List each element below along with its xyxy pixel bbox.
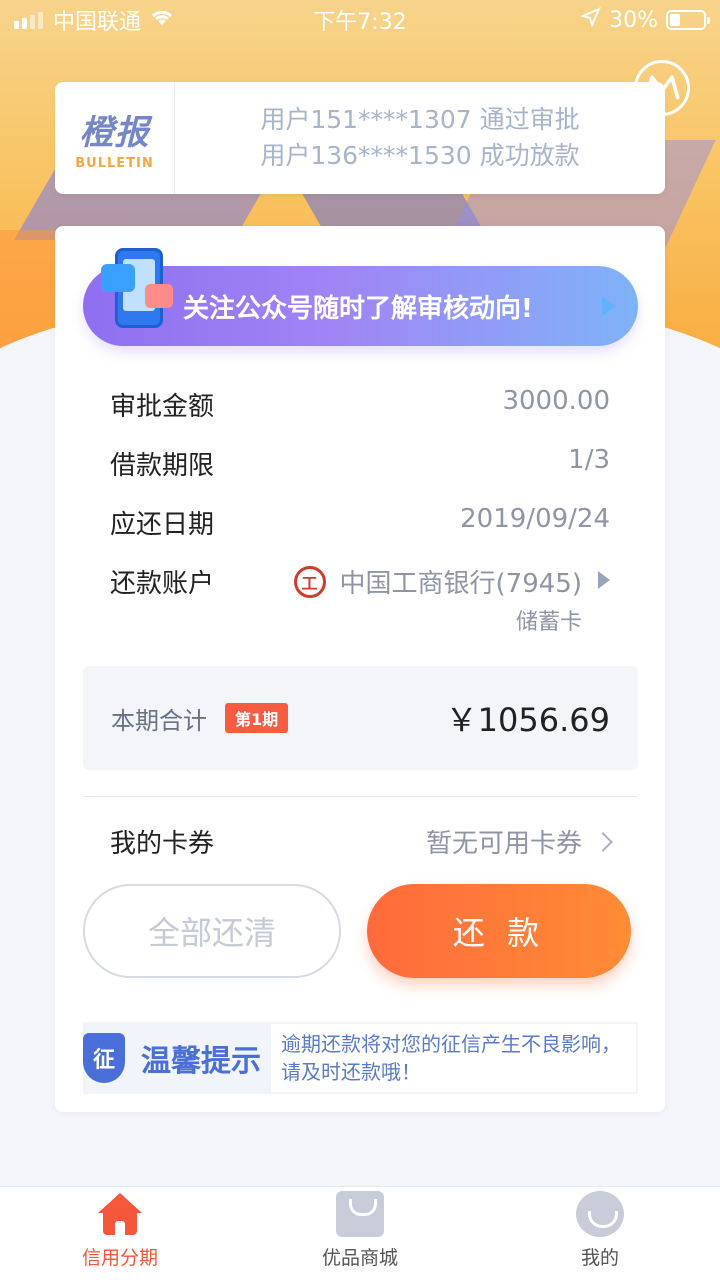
bulletin-logo-text: 橙报 bbox=[79, 113, 150, 153]
tip-title: 温馨提示 bbox=[141, 1044, 261, 1079]
bank-account-selector[interactable]: 工 中国工商银行(7945) 储蓄卡 bbox=[293, 563, 610, 636]
detail-value: 2019/09/24 bbox=[460, 504, 610, 534]
home-icon bbox=[96, 1191, 144, 1237]
bottom-tab-bar: 信用分期 优品商城 我的 bbox=[0, 1186, 720, 1280]
coupon-row[interactable]: 我的卡券 暂无可用卡券 bbox=[110, 823, 613, 860]
detail-row-approved-amount: 审批金额 3000.00 bbox=[110, 386, 610, 445]
repay-button[interactable]: 还 款 bbox=[367, 884, 631, 978]
coupon-label: 我的卡券 bbox=[110, 829, 215, 859]
signal-icon bbox=[14, 11, 43, 29]
warm-tip: 征 温馨提示 逾期还款将对您的征信产生不良影响，请及时还款哦！ bbox=[83, 1022, 638, 1094]
bulletin-messages: 用户151****1307 通过审批 用户136****1530 成功放款 bbox=[175, 102, 665, 174]
chat-bubble-icon bbox=[101, 264, 135, 292]
tab-profile[interactable]: 我的 bbox=[480, 1187, 720, 1280]
bulletin-line: 用户136****1530 成功放款 bbox=[260, 141, 580, 170]
follow-banner-text: 关注公众号随时了解审核动向! bbox=[183, 293, 533, 324]
bulletin-bar[interactable]: 橙报 BULLETIN 用户151****1307 通过审批 用户136****… bbox=[55, 82, 665, 194]
carrier-name: 中国联通 bbox=[53, 10, 142, 35]
tip-message: 逾期还款将对您的征信产生不良影响，请及时还款哦！ bbox=[271, 1024, 636, 1092]
location-arrow-icon bbox=[580, 7, 602, 33]
bank-name: 中国工商银行(7945) bbox=[339, 569, 582, 599]
app-logo-icon bbox=[634, 60, 690, 116]
status-bar: 中国联通 下午7:32 30% bbox=[0, 0, 720, 40]
detail-label: 还款账户 bbox=[110, 569, 215, 599]
profile-icon bbox=[576, 1191, 624, 1237]
chevron-right-icon bbox=[598, 571, 610, 589]
play-arrow-icon bbox=[602, 296, 616, 316]
battery-icon bbox=[666, 10, 710, 30]
detail-row-repay-account[interactable]: 还款账户 工 中国工商银行(7945) 储蓄卡 bbox=[110, 563, 610, 643]
detail-label: 审批金额 bbox=[110, 392, 215, 422]
detail-label: 应还日期 bbox=[110, 510, 215, 540]
detail-value: 3000.00 bbox=[502, 386, 610, 416]
bulletin-logo-sub: BULLETIN bbox=[75, 156, 154, 171]
chat-bubble-icon bbox=[145, 284, 173, 308]
shield-icon: 征 bbox=[83, 1033, 125, 1083]
detail-row-due-date: 应还日期 2019/09/24 bbox=[110, 504, 610, 563]
period-total: 本期合计 第1期 ￥1056.69 bbox=[83, 666, 638, 770]
divider bbox=[83, 796, 638, 797]
chevron-right-icon bbox=[593, 831, 613, 852]
period-total-label: 本期合计 bbox=[111, 706, 207, 735]
bulletin-logo: 橙报 BULLETIN bbox=[55, 82, 175, 194]
coupon-value: 暂无可用卡券 bbox=[425, 829, 582, 859]
detail-value: 1/3 bbox=[568, 445, 610, 475]
card-type: 储蓄卡 bbox=[515, 610, 582, 635]
icbc-bank-icon: 工 bbox=[293, 565, 326, 598]
tab-label: 我的 bbox=[580, 1247, 619, 1269]
tab-credit-installment[interactable]: 信用分期 bbox=[0, 1187, 240, 1280]
shopping-bag-icon bbox=[336, 1191, 384, 1237]
repay-all-button[interactable]: 全部还清 bbox=[83, 884, 341, 978]
tab-mall[interactable]: 优品商城 bbox=[240, 1187, 480, 1280]
tab-label: 优品商城 bbox=[321, 1247, 398, 1269]
period-badge: 第1期 bbox=[225, 703, 289, 733]
loan-details: 审批金额 3000.00 借款期限 1/3 应还日期 2019/09/24 还款… bbox=[110, 386, 610, 643]
tab-label: 信用分期 bbox=[81, 1247, 158, 1269]
bulletin-line: 用户151****1307 通过审批 bbox=[260, 105, 580, 134]
detail-row-loan-term: 借款期限 1/3 bbox=[110, 445, 610, 504]
wifi-icon bbox=[149, 7, 175, 33]
period-total-amount: ￥1056.69 bbox=[445, 701, 610, 739]
battery-percent: 30% bbox=[609, 7, 658, 33]
repayment-card: 关注公众号随时了解审核动向! 审批金额 3000.00 借款期限 1/3 应还日… bbox=[55, 226, 665, 1112]
detail-label: 借款期限 bbox=[110, 451, 215, 481]
